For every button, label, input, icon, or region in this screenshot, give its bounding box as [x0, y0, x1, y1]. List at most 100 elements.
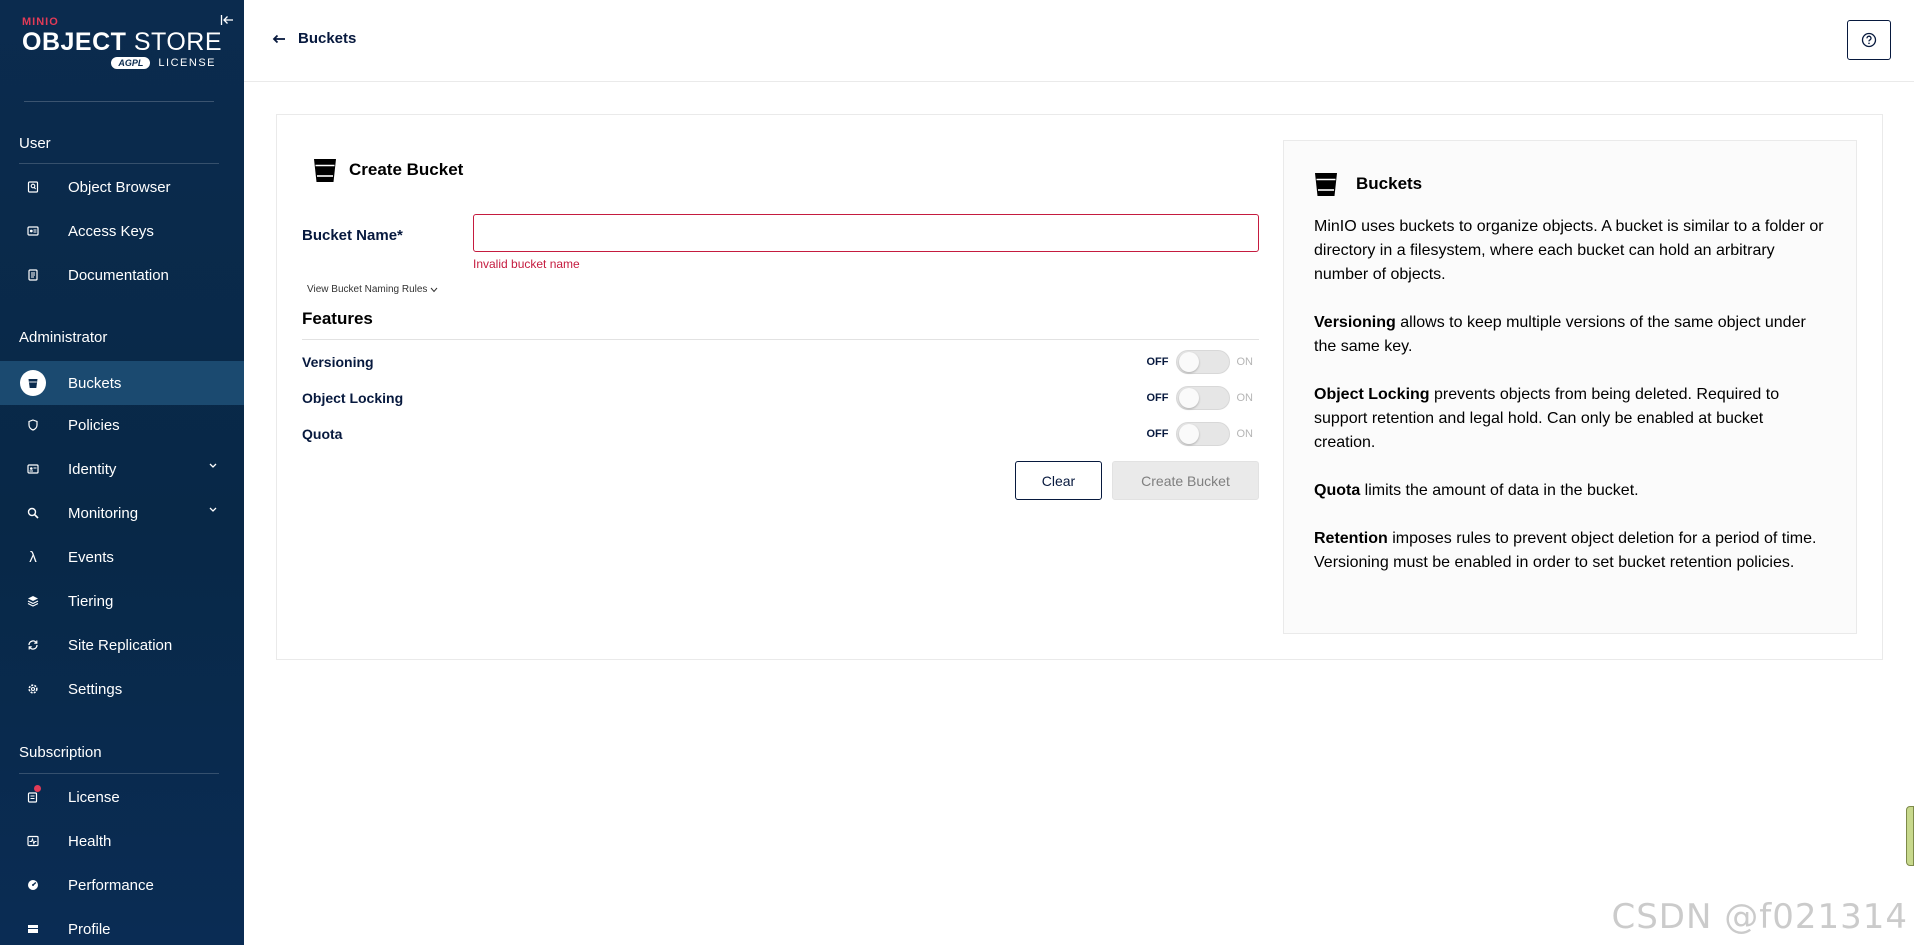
- versioning-toggle-group: OFF ON: [1146, 350, 1253, 374]
- toggle-on-label: ON: [1236, 392, 1254, 404]
- sidebar-item-documentation[interactable]: Documentation: [0, 255, 244, 295]
- help-term: Object Locking: [1314, 386, 1430, 403]
- section-title-administrator: Administrator: [19, 329, 108, 346]
- section-title-subscription: Subscription: [19, 744, 102, 761]
- lambda-icon: λ: [29, 548, 37, 566]
- sidebar-item-settings[interactable]: Settings: [0, 669, 244, 709]
- quota-toggle-group: OFF ON: [1146, 422, 1254, 446]
- notification-dot: [34, 785, 41, 792]
- sidebar-item-tiering[interactable]: Tiering: [0, 581, 244, 621]
- features-title: Features: [302, 309, 373, 328]
- sidebar-item-label: Profile: [68, 920, 111, 938]
- toggle-off-label: OFF: [1146, 356, 1169, 368]
- create-bucket-button[interactable]: Create Bucket: [1112, 461, 1259, 500]
- sidebar-item-policies[interactable]: Policies: [0, 405, 244, 445]
- sidebar-item-performance[interactable]: Performance: [0, 865, 244, 905]
- sidebar-item-label: Policies: [68, 416, 120, 434]
- feature-label: Quota: [302, 426, 343, 442]
- view-naming-rules-link[interactable]: View Bucket Naming Rules: [307, 284, 438, 295]
- toggle-knob: [1178, 424, 1199, 444]
- clear-button[interactable]: Clear: [1015, 461, 1102, 500]
- chevron-down-icon: [431, 287, 438, 292]
- collapse-sidebar-button[interactable]: [218, 11, 236, 29]
- rules-link-label: View Bucket Naming Rules: [307, 284, 428, 295]
- logo-brand-bold: OBJECT: [22, 28, 127, 56]
- toggle-knob: [1178, 388, 1199, 408]
- side-floating-widget[interactable]: [1906, 806, 1914, 866]
- sidebar-item-buckets[interactable]: Buckets: [0, 361, 244, 405]
- help-retention: Retention imposes rules to prevent objec…: [1314, 527, 1826, 575]
- sidebar-item-label: Identity: [68, 460, 117, 478]
- agpl-badge: AGPL: [111, 57, 151, 69]
- sidebar-item-profile[interactable]: Profile: [0, 909, 244, 945]
- back-to-buckets-link[interactable]: Buckets: [272, 30, 356, 47]
- policies-icon: [24, 416, 42, 434]
- sidebar-item-health[interactable]: Health: [0, 821, 244, 861]
- replication-icon: [24, 636, 42, 654]
- logo-brand-light: STORE: [133, 28, 223, 56]
- feature-label: Versioning: [302, 354, 374, 370]
- sidebar-item-label: Settings: [68, 680, 123, 698]
- help-object-locking: Object Locking prevents objects from bei…: [1314, 383, 1826, 455]
- help-term: Versioning: [1314, 314, 1396, 331]
- bucket-icon: [1315, 173, 1337, 196]
- form-title: Create Bucket: [313, 157, 463, 183]
- logo-brand-big: OBJECT STORE: [22, 29, 222, 55]
- collapse-left-icon: [220, 15, 233, 25]
- sidebar-item-object-browser[interactable]: Object Browser: [0, 167, 244, 207]
- sidebar-item-label: Events: [68, 548, 114, 566]
- bucket-name-label: Bucket Name*: [302, 227, 403, 244]
- health-icon: [24, 832, 42, 850]
- logo-brand-small: MINIO: [22, 16, 59, 28]
- sidebar-item-events[interactable]: λ Events: [0, 537, 244, 577]
- monitoring-icon: [24, 504, 42, 522]
- help-panel-title: Buckets: [1314, 171, 1826, 197]
- help-versioning: Versioning allows to keep multiple versi…: [1314, 311, 1826, 359]
- profile-icon: [24, 920, 42, 938]
- feature-row-quota: Quota OFF ON: [302, 421, 1259, 447]
- sidebar-item-site-replication[interactable]: Site Replication: [0, 625, 244, 665]
- sidebar-item-label: Object Browser: [68, 178, 171, 196]
- sidebar-item-label: Site Replication: [68, 636, 173, 654]
- toggle-off-label: OFF: [1146, 428, 1169, 440]
- form-title-text: Create Bucket: [349, 160, 464, 179]
- bucket-name-input[interactable]: [473, 214, 1259, 252]
- sidebar-item-monitoring[interactable]: Monitoring: [0, 493, 244, 533]
- sidebar-item-label: Documentation: [68, 266, 169, 284]
- sidebar-item-label: Health: [68, 832, 112, 850]
- identity-icon: [24, 460, 42, 478]
- sidebar-item-access-keys[interactable]: Access Keys: [0, 211, 244, 251]
- sidebar-item-identity[interactable]: Identity: [0, 449, 244, 489]
- access-keys-icon: [24, 222, 42, 240]
- logo-license-row: AGPL LICENSE: [22, 57, 222, 69]
- sidebar: MINIO OBJECT STORE AGPL LICENSE User Obj…: [0, 0, 244, 945]
- object-browser-icon: [24, 178, 42, 196]
- documentation-icon: [24, 266, 42, 284]
- help-panel: Buckets MinIO uses buckets to organize o…: [1283, 140, 1857, 634]
- versioning-toggle[interactable]: [1175, 350, 1230, 374]
- section-divider: [19, 163, 219, 164]
- chevron-down-icon[interactable]: [208, 462, 218, 470]
- object-locking-toggle[interactable]: [1175, 386, 1230, 410]
- bucket-icon: [20, 370, 46, 396]
- sidebar-item-label: Performance: [68, 876, 154, 894]
- feature-row-versioning: Versioning OFF ON: [302, 349, 1259, 375]
- chevron-down-icon[interactable]: [208, 506, 218, 514]
- object-locking-toggle-group: OFF ON: [1146, 386, 1254, 410]
- tiering-icon: [24, 592, 42, 610]
- help-icon: [1861, 32, 1877, 48]
- sidebar-item-license[interactable]: License: [0, 777, 244, 817]
- help-desc: limits the amount of data in the bucket.: [1360, 482, 1639, 499]
- quota-toggle[interactable]: [1175, 422, 1230, 446]
- sidebar-item-label: Tiering: [68, 592, 114, 610]
- page-header: Buckets: [244, 0, 1914, 82]
- help-intro: MinIO uses buckets to organize objects. …: [1314, 218, 1824, 283]
- sidebar-item-label: Buckets: [68, 374, 122, 392]
- help-term: Quota: [1314, 482, 1361, 499]
- toggle-off-label: OFF: [1146, 392, 1169, 404]
- sidebar-divider: [24, 101, 214, 102]
- help-term: Retention: [1314, 530, 1388, 547]
- toggle-on-label: ON: [1236, 428, 1254, 440]
- help-button[interactable]: [1847, 20, 1891, 60]
- section-divider: [19, 773, 219, 774]
